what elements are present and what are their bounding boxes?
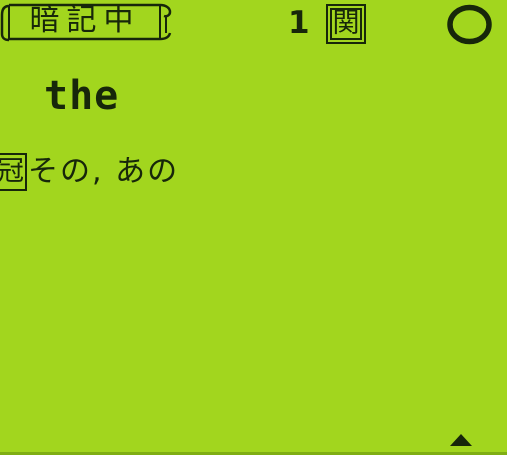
circle-icon <box>447 4 492 45</box>
part-of-speech-label: 冠 <box>0 155 25 189</box>
card-count: 1 <box>288 5 310 41</box>
lcd-screen: 暗記中 1 関 the 冠 その, あの <box>0 0 507 455</box>
part-of-speech-badge: 冠 <box>0 153 27 191</box>
headword: the <box>44 73 120 119</box>
definition-row: 冠 その, あの <box>0 150 179 194</box>
related-badge-label: 関 <box>332 8 360 39</box>
scroll-up-arrow-icon[interactable] <box>450 434 472 446</box>
related-words-badge[interactable]: 関 <box>326 4 366 44</box>
mode-label: 暗記中 <box>29 3 141 38</box>
definition-text: その, あの <box>28 154 180 189</box>
mode-banner: 暗記中 <box>0 2 172 42</box>
